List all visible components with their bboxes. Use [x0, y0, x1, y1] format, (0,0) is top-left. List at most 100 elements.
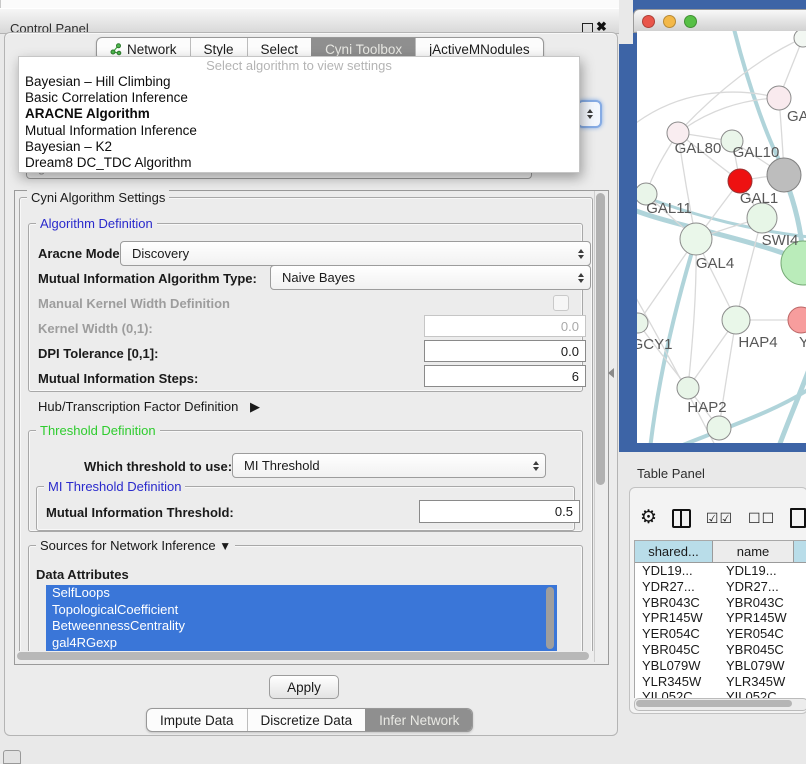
sources-group-title[interactable]: Sources for Network Inference ▼: [36, 538, 235, 553]
table-row[interactable]: YPR145WYPR145W9.: [635, 610, 806, 626]
aracne-mode-value: Discovery: [132, 246, 576, 261]
checked-boxes-icon[interactable]: ☑☑: [706, 510, 733, 527]
mi-threshold-field[interactable]: 0.5: [419, 500, 580, 523]
attribute-item-betweennesscentrality[interactable]: BetweennessCentrality: [46, 618, 557, 635]
threshold-definition-title: Threshold Definition: [36, 423, 160, 438]
node-label-gal10: GAL10: [733, 144, 780, 161]
network-node[interactable]: [788, 307, 806, 333]
table-cell: YDR27...: [719, 579, 806, 595]
algorithm-option-dream8-dc-tdc-algorithm[interactable]: Dream8 DC_TDC Algorithm: [19, 155, 579, 171]
minimize-traffic-light[interactable]: [663, 15, 676, 28]
table-horizontal-scrollbar-thumb[interactable]: [636, 700, 792, 707]
hub-definition-toggle[interactable]: Hub/Transcription Factor Definition ▶: [38, 399, 260, 415]
network-window-titlebar[interactable]: [633, 9, 806, 33]
apply-button[interactable]: Apply: [269, 675, 339, 699]
tab-infer-network[interactable]: Infer Network: [365, 709, 472, 731]
kernel-width-value: 0.0: [561, 319, 579, 334]
node-label-hap2: HAP2: [687, 399, 726, 416]
kernel-width-field[interactable]: 0.0: [424, 315, 586, 337]
node-label-gal80: GAL80: [675, 140, 722, 157]
table-cell: YBR045C: [719, 642, 806, 658]
tab-label: Style: [204, 42, 234, 57]
unchecked-boxes-icon[interactable]: ☐☐: [748, 510, 775, 527]
column-header-name[interactable]: name: [713, 541, 794, 562]
algorithm-option-bayesian-hill-climbing[interactable]: Bayesian – Hill Climbing: [19, 74, 579, 90]
split-columns-icon[interactable]: [672, 509, 691, 528]
tab-label: Network: [127, 42, 177, 57]
which-threshold-combobox[interactable]: MI Threshold: [232, 453, 546, 478]
zoom-traffic-light[interactable]: [684, 15, 697, 28]
table-cell: YLR345W: [719, 674, 806, 690]
network-edge[interactable]: [736, 218, 762, 320]
mi-type-combobox[interactable]: Naive Bayes: [270, 265, 591, 290]
stepper-arrows-icon: [585, 109, 594, 119]
table-row[interactable]: YBR043CYBR043C: [635, 595, 806, 611]
close-traffic-light[interactable]: [642, 15, 655, 28]
tab-discretize-data[interactable]: Discretize Data: [247, 709, 366, 731]
mi-threshold-group-title: MI Threshold Definition: [44, 479, 185, 494]
table-cell: YBL079W: [719, 658, 806, 674]
network-icon: [110, 43, 122, 56]
table-row[interactable]: YLR345WYLR345W9.: [635, 674, 806, 690]
network-node[interactable]: [680, 223, 712, 255]
attribute-list-scrollbar[interactable]: [546, 587, 554, 649]
dpi-tolerance-label: DPI Tolerance [0,1]:: [38, 346, 158, 361]
network-node[interactable]: [767, 158, 801, 192]
manual-kernel-checkbox[interactable]: [553, 295, 569, 311]
network-canvas[interactable]: GALGAL80GAL10GAL1GAL11SWI4GAL4GCY1HAP4YH…: [637, 31, 806, 443]
attribute-item-selfloops[interactable]: SelfLoops: [46, 585, 557, 602]
dpi-tolerance-field[interactable]: 0.0: [424, 340, 586, 362]
column-header-2[interactable]: [794, 541, 806, 562]
column-header-shared[interactable]: shared...: [635, 541, 713, 562]
network-node[interactable]: [767, 86, 791, 110]
table-cell: YIL052C: [635, 689, 719, 698]
dpi-tolerance-value: 0.0: [561, 344, 579, 359]
table-row[interactable]: YBL079WYBL079W: [635, 658, 806, 674]
network-node[interactable]: [722, 306, 750, 334]
manual-kernel-label: Manual Kernel Width Definition: [38, 296, 230, 311]
node-label-gal4: GAL4: [696, 255, 734, 272]
collapsed-arrow-icon: ▶: [250, 399, 260, 414]
algorithm-dropdown-popup: Select algorithm to view settings Bayesi…: [18, 56, 580, 173]
node-label-swi4: SWI4: [762, 232, 799, 249]
tab-impute-data[interactable]: Impute Data: [147, 709, 247, 731]
table-row[interactable]: YDL19...YDL19...13: [635, 563, 806, 579]
mi-steps-label: Mutual Information Steps:: [38, 371, 198, 386]
mi-steps-field[interactable]: 6: [424, 365, 586, 387]
control-panel-titlebar: Control Panel ✖: [0, 8, 620, 34]
attribute-item-topologicalcoefficient[interactable]: TopologicalCoefficient: [46, 602, 557, 619]
aracne-mode-combobox[interactable]: Discovery: [120, 241, 591, 266]
document-icon[interactable]: [790, 508, 806, 528]
algorithm-option-mutual-information-inference[interactable]: Mutual Information Inference: [19, 123, 579, 139]
splitter-grip-icon[interactable]: [608, 368, 614, 378]
node-label-gcy1: GCY1: [637, 336, 672, 353]
table-row[interactable]: YER054CYER054C8.: [635, 626, 806, 642]
table-body: YDL19...YDL19...13YDR27...YDR27...12YBR0…: [635, 563, 806, 698]
table-row[interactable]: YIL052CYIL052C9: [635, 689, 806, 698]
network-node[interactable]: [794, 31, 806, 47]
focused-combobox-stepper[interactable]: [577, 100, 602, 128]
table-cell: YIL052C: [719, 689, 806, 698]
table-cell: YPR145W: [635, 610, 719, 626]
settings-horizontal-scrollbar-thumb[interactable]: [17, 652, 589, 660]
table-cell: YER054C: [719, 626, 806, 642]
table-row[interactable]: YBR045CYBR045C9.: [635, 642, 806, 658]
algorithm-option-aracne-algorithm[interactable]: ARACNE Algorithm: [19, 106, 579, 122]
gear-icon[interactable]: ⚙: [640, 508, 657, 528]
network-node[interactable]: [677, 377, 699, 399]
settings-vertical-scrollbar-thumb[interactable]: [596, 193, 605, 485]
data-attributes-list[interactable]: SelfLoopsTopologicalCoefficientBetweenne…: [46, 585, 557, 651]
tab-label: Cyni Toolbox: [325, 42, 402, 57]
cyni-bottom-tabbar: Impute DataDiscretize DataInfer Network: [146, 708, 473, 732]
algorithm-option-basic-correlation-inference[interactable]: Basic Correlation Inference: [19, 90, 579, 106]
table-row[interactable]: YDR27...YDR27...12: [635, 579, 806, 595]
window-top-strip: [0, 0, 621, 8]
attribute-item-gal4rgexp[interactable]: gal4RGexp: [46, 635, 557, 652]
aracne-mode-label: Aracne Mode:: [38, 246, 124, 261]
algorithm-option-bayesian-k2[interactable]: Bayesian – K2: [19, 139, 579, 155]
stepper-arrows-icon: [576, 273, 585, 283]
kernel-width-label: Kernel Width (0,1):: [38, 321, 153, 336]
table-cell: YBR043C: [719, 595, 806, 611]
network-node[interactable]: [747, 203, 777, 233]
network-node[interactable]: [707, 416, 731, 440]
